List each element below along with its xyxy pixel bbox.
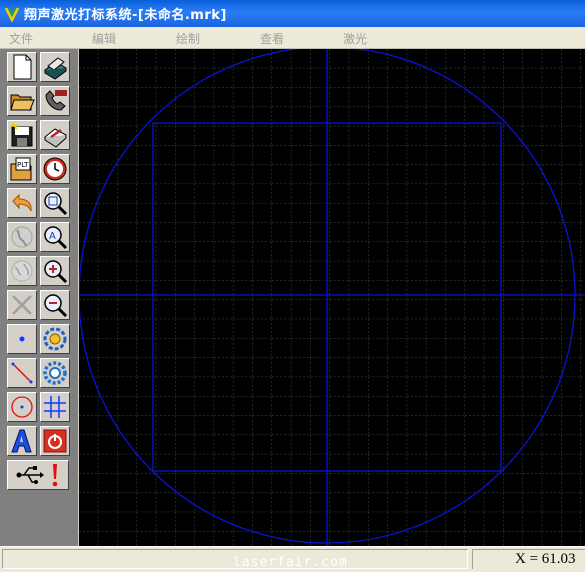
app-logo-icon [4,6,20,22]
zoom-in-icon [44,260,68,284]
settings-button[interactable] [40,358,70,388]
open-file-button[interactable] [7,86,37,116]
watermark-text: laserfair.com [233,555,348,570]
usb-connect-button[interactable] [7,460,69,490]
undo-icon [12,193,32,212]
point-tool-icon [19,336,25,342]
delete-x-icon [12,295,32,315]
menu-view[interactable]: 查看 [260,30,284,47]
grid-array-icon [44,396,66,418]
delete-button[interactable] [7,290,37,320]
notebook-pencil-icon [44,128,67,148]
zoom-page-button[interactable] [40,188,70,218]
zoom-out-button[interactable] [40,290,70,320]
timer-button[interactable] [40,154,70,184]
plt-import-icon: PLT [10,157,32,181]
plt-import-button[interactable]: PLT [7,154,37,184]
save-button[interactable] [7,120,37,150]
menu-bar: 文件 编辑 绘制 查看 激光 [0,27,585,49]
line-tool-icon [11,362,33,384]
stop-power-icon [43,429,67,453]
usb-icon [16,466,44,484]
circle-tool-icon [11,396,33,418]
line-tool-button[interactable] [7,358,37,388]
coordinate-pane: X = 61.03 [472,549,585,569]
phone-button[interactable] [40,86,70,116]
globe-button[interactable] [7,222,37,252]
laser-print-icon [44,57,67,80]
array-grid-button[interactable] [40,392,70,422]
rotate-button[interactable] [40,324,70,354]
rotate-gear-icon [43,327,67,351]
window-title: 翔声激光打标系统-[未命名.mrk] [24,8,227,23]
menu-laser[interactable]: 激光 [343,30,367,47]
status-bar: laserfair.com X = 61.03 [0,546,585,572]
svg-text:A: A [49,231,56,242]
laser-print-button[interactable] [40,52,70,82]
menu-file[interactable]: 文件 [9,30,33,47]
gear-icon [43,361,67,385]
menu-edit[interactable]: 编辑 [92,30,116,47]
globe-grey-icon [11,260,33,282]
new-file-icon [13,54,32,80]
stop-button[interactable] [40,426,70,456]
drawing-canvas[interactable] [79,49,585,546]
point-tool-button[interactable] [7,324,37,354]
clock-icon [43,157,67,181]
globe-icon [11,226,33,248]
phone-handset-icon [45,90,67,111]
menu-draw[interactable]: 绘制 [176,30,200,47]
open-folder-icon [10,94,35,111]
zoom-page-icon [44,192,68,216]
globe-disabled-button[interactable] [7,256,37,286]
zoom-text-icon: A [44,226,68,250]
status-message-pane: laserfair.com [2,549,468,570]
coordinate-readout: X = 61.03 [515,551,576,567]
text-tool-button[interactable] [7,426,37,456]
undo-button[interactable] [7,188,37,218]
title-bar: 翔声激光打标系统-[未命名.mrk] [0,0,585,27]
new-file-button[interactable] [7,52,37,82]
tool-palette: PLT A [0,49,78,546]
save-icon [11,122,33,147]
text-tool-icon [11,429,32,453]
svg-text:PLT: PLT [17,161,29,169]
zoom-text-button[interactable]: A [40,222,70,252]
alert-icon [52,464,58,487]
notebook-button[interactable] [40,120,70,150]
zoom-out-icon [44,294,68,318]
circle-tool-button[interactable] [7,392,37,422]
zoom-in-button[interactable] [40,256,70,286]
